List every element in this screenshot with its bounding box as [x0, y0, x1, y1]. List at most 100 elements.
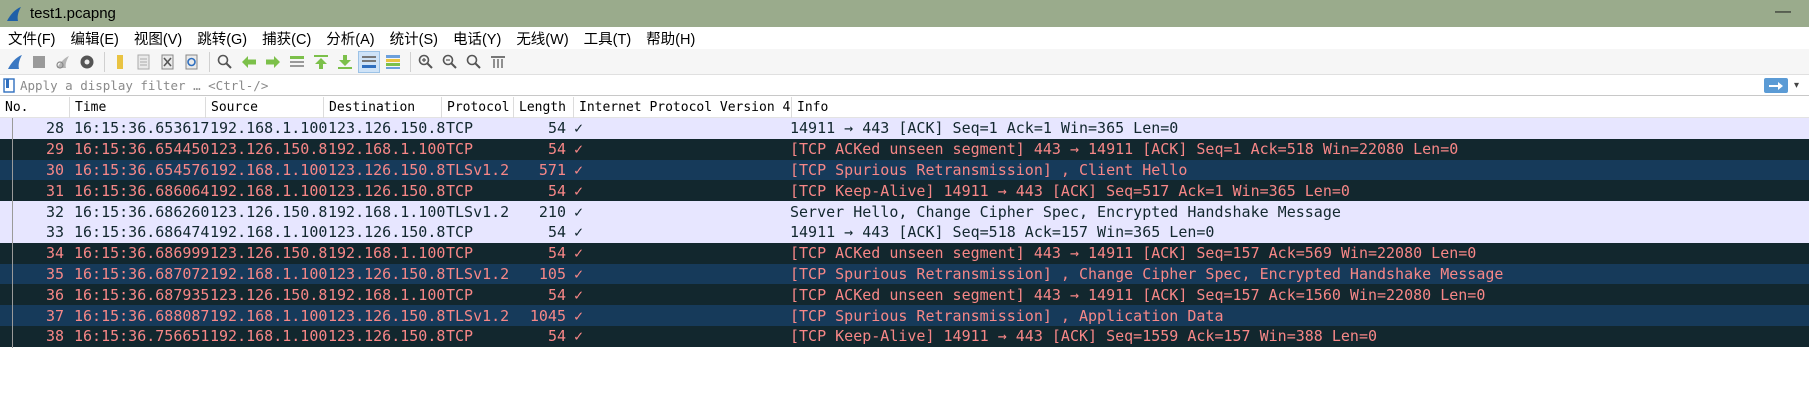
menu-analyze[interactable]: 分析(A) [326, 28, 374, 49]
column-header-time[interactable]: Time [70, 97, 206, 118]
go-back-icon[interactable] [238, 51, 260, 73]
menu-wireless[interactable]: 无线(W) [516, 28, 568, 49]
table-row[interactable]: 37 16:15:36.688087 192.168.1.100 123.126.15… [0, 305, 1809, 326]
autoscroll-icon[interactable] [358, 50, 380, 73]
menu-file[interactable]: 文件(F) [8, 28, 56, 49]
open-file-icon[interactable] [109, 51, 131, 73]
zoom-in-icon[interactable] [415, 51, 437, 73]
reload-icon[interactable] [181, 51, 203, 73]
column-header-source[interactable]: Source [206, 97, 324, 118]
packet-info-cell: 14911 → 443 [ACK] Seq=1 Ack=1 Win=365 Le… [790, 119, 1179, 138]
column-header-protocol[interactable]: Protocol [442, 97, 514, 118]
menu-statistics[interactable]: 统计(S) [390, 28, 438, 49]
tree-guide-line [12, 118, 13, 348]
zoom-normal-icon[interactable] [463, 51, 485, 73]
packet-protocol-cell: TCP [446, 285, 474, 304]
first-packet-icon[interactable] [310, 51, 332, 73]
column-header-destination[interactable]: Destination [324, 97, 442, 118]
find-packet-icon[interactable] [214, 51, 236, 73]
toolbar-separator [209, 51, 210, 72]
apply-filter-button[interactable] [1764, 78, 1788, 93]
stop-capture-icon[interactable] [28, 51, 50, 73]
packet-info-cell: [TCP Spurious Retransmission] , Client H… [790, 160, 1188, 179]
packet-destination-cell: 192.168.1.100 [328, 202, 446, 221]
packet-time-cell: 16:15:36.653617 [74, 119, 210, 138]
packet-time-cell: 16:15:36.654576 [74, 160, 210, 179]
display-filter-input[interactable] [18, 76, 1758, 95]
packet-info-cell: 14911 → 443 [ACK] Seq=518 Ack=157 Win=36… [790, 223, 1215, 242]
menu-view[interactable]: 视图(V) [134, 28, 182, 49]
table-row[interactable]: 36 16:15:36.687935 123.126.150.8 192.168.1.… [0, 284, 1809, 306]
packet-protocol-cell: TCP [446, 223, 474, 242]
packet-no-cell: 33 [45, 223, 64, 242]
packet-no-cell: 28 [45, 119, 64, 138]
menu-capture[interactable]: 捕获(C) [262, 28, 311, 49]
table-row[interactable]: 29 16:15:36.654450 123.126.150.8 192.168.1.… [0, 138, 1809, 160]
save-file-icon[interactable] [133, 51, 155, 73]
window-title: test1.pcapng [30, 5, 116, 22]
capture-options-icon[interactable] [76, 51, 98, 73]
packet-source-cell: 192.168.1.100 [210, 223, 328, 242]
packet-info-cell: [TCP ACKed unseen segment] 443 → 14911 [… [790, 285, 1486, 304]
last-packet-icon[interactable] [334, 51, 356, 73]
packet-destination-cell: 123.126.150.8 [328, 306, 446, 325]
menu-edit[interactable]: 编辑(E) [71, 28, 119, 49]
packet-list: No. Time Source Destination Protocol Len… [0, 97, 1809, 347]
packet-length-cell: 105 [538, 264, 566, 283]
go-to-packet-icon[interactable] [286, 51, 308, 73]
table-row[interactable]: 34 16:15:36.686999 123.126.150.8 192.168.1.… [0, 242, 1809, 264]
menu-tools[interactable]: 工具(T) [584, 28, 632, 49]
title-bar: test1.pcapng — [0, 0, 1809, 27]
table-row[interactable]: 30 16:15:36.654576 192.168.1.100 123.126.15… [0, 159, 1809, 181]
column-header-no[interactable]: No. [0, 97, 70, 118]
packet-ipv4-cell: ✓ [574, 285, 584, 304]
resize-columns-icon[interactable] [487, 51, 509, 73]
table-row[interactable]: 31 16:15:36.686064 192.168.1.100 123.126.15… [0, 180, 1809, 202]
packet-destination-cell: 123.126.150.8 [328, 160, 446, 179]
restart-capture-icon[interactable] [52, 51, 74, 73]
packet-no-cell: 30 [45, 160, 64, 179]
packet-ipv4-cell: ✓ [574, 327, 584, 346]
packet-protocol-cell: TCP [446, 244, 474, 263]
column-header-ipv4[interactable]: Internet Protocol Version 4 [574, 97, 792, 118]
table-row[interactable]: 33 16:15:36.686474 192.168.1.100 123.126.15… [0, 221, 1809, 243]
zoom-out-icon[interactable] [439, 51, 461, 73]
packet-protocol-cell: TCP [446, 119, 474, 138]
go-forward-icon[interactable] [262, 51, 284, 73]
column-header-info[interactable]: Info [792, 97, 1809, 118]
packet-protocol-cell: TCP [446, 327, 474, 346]
packet-source-cell: 123.126.150.8 [210, 140, 328, 159]
packet-ipv4-cell: ✓ [574, 202, 584, 221]
packet-info-cell: [TCP ACKed unseen segment] 443 → 14911 [… [790, 140, 1459, 159]
shark-fin-icon [7, 6, 21, 21]
packet-rows: 28 16:15:36.653617 192.168.1.100 123.126.15… [0, 118, 1809, 347]
table-row[interactable]: 35 16:15:36.687072 192.168.1.100 123.126.15… [0, 263, 1809, 285]
bookmark-icon[interactable] [3, 78, 15, 93]
column-header-length[interactable]: Length [514, 97, 574, 118]
packet-protocol-cell: TLSv1.2 [446, 202, 510, 221]
close-file-icon[interactable] [157, 51, 179, 73]
packet-source-cell: 192.168.1.100 [210, 119, 328, 138]
packet-time-cell: 16:15:36.687072 [74, 264, 210, 283]
table-row[interactable]: 32 16:15:36.686260 123.126.150.8 192.168.1.… [0, 201, 1809, 222]
colorize-icon[interactable] [382, 51, 404, 73]
packet-length-cell: 1045 [529, 306, 566, 325]
menu-help[interactable]: 帮助(H) [646, 28, 695, 49]
minimize-button[interactable]: — [1775, 3, 1791, 21]
menu-go[interactable]: 跳转(G) [197, 28, 247, 49]
filter-dropdown-icon[interactable]: ▾ [1794, 80, 1799, 91]
packet-protocol-cell: TCP [446, 140, 474, 159]
packet-time-cell: 16:15:36.686999 [74, 244, 210, 263]
packet-length-cell: 54 [547, 119, 566, 138]
packet-list-header: No. Time Source Destination Protocol Len… [0, 97, 1809, 118]
menu-telephony[interactable]: 电话(Y) [453, 28, 501, 49]
start-capture-icon[interactable] [4, 51, 26, 73]
packet-source-cell: 123.126.150.8 [210, 285, 328, 304]
table-row[interactable]: 38 16:15:36.756651 192.168.1.100 123.126.15… [0, 325, 1809, 347]
packet-info-cell: [TCP Keep-Alive] 14911 → 443 [ACK] Seq=1… [790, 327, 1377, 346]
packet-time-cell: 16:15:36.654450 [74, 140, 210, 159]
table-row[interactable]: 28 16:15:36.653617 192.168.1.100 123.126.15… [0, 118, 1809, 139]
main-toolbar [0, 49, 1809, 75]
packet-ipv4-cell: ✓ [574, 140, 584, 159]
packet-destination-cell: 123.126.150.8 [328, 223, 446, 242]
